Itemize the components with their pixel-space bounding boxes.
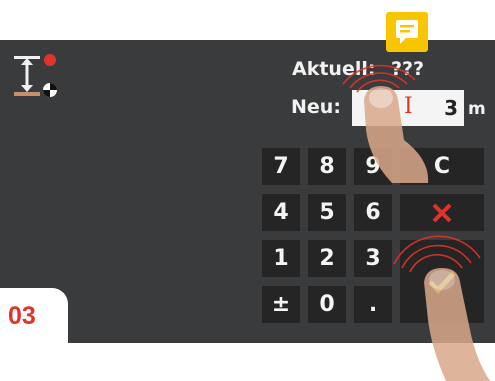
close-icon: [432, 203, 452, 222]
text-cursor-icon: I: [404, 94, 413, 119]
key-2[interactable]: 2: [308, 240, 346, 277]
key-decimal[interactable]: .: [354, 286, 392, 323]
confirm-button[interactable]: [400, 240, 484, 323]
key-6[interactable]: 6: [354, 194, 392, 231]
key-1[interactable]: 1: [262, 240, 300, 277]
key-8[interactable]: 8: [308, 148, 346, 185]
cancel-button[interactable]: [400, 194, 484, 231]
check-icon: [428, 270, 456, 294]
step-badge: 03: [0, 288, 68, 348]
step-number: 03: [8, 302, 36, 330]
new-value-input[interactable]: I 3: [352, 90, 464, 126]
new-value-text: 3: [444, 96, 458, 120]
note-icon[interactable]: [386, 12, 428, 52]
key-0[interactable]: 0: [308, 286, 346, 323]
new-label: Neu:: [291, 96, 341, 118]
key-5[interactable]: 5: [308, 194, 346, 231]
height-measure-icon[interactable]: [10, 54, 58, 100]
current-label: Aktuell:: [292, 58, 376, 80]
app-screen: Aktuell: ??? Neu: I 3 m 7 8 9 C 4 5 6 1 …: [0, 40, 495, 343]
key-4[interactable]: 4: [262, 194, 300, 231]
key-plus-minus[interactable]: ±: [262, 286, 300, 323]
key-9[interactable]: 9: [354, 148, 392, 185]
unit-label: m: [468, 99, 486, 119]
key-3[interactable]: 3: [354, 240, 392, 277]
key-clear[interactable]: C: [400, 148, 484, 185]
current-value: ???: [391, 58, 425, 80]
key-7[interactable]: 7: [262, 148, 300, 185]
